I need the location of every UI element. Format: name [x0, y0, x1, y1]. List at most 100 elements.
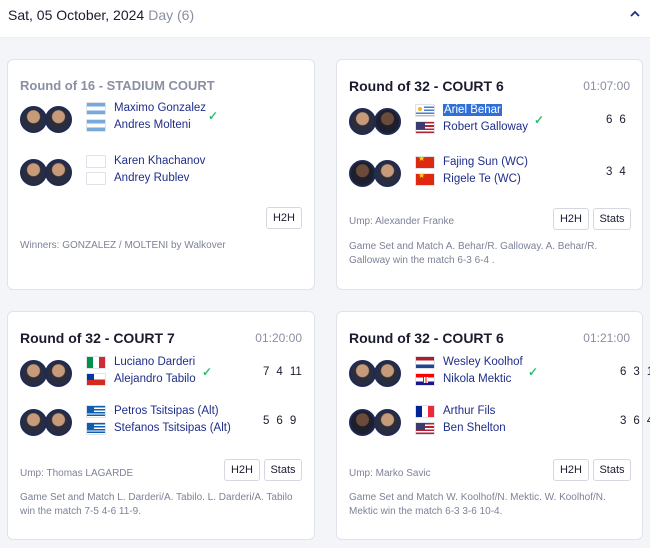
player-avatar [349, 360, 376, 387]
stats-button[interactable]: Stats [593, 208, 631, 230]
player-avatar [374, 409, 401, 436]
h2h-button[interactable]: H2H [266, 207, 302, 229]
set-score: 6 [633, 415, 640, 427]
scores: 34 [599, 166, 626, 178]
match-summary: Game Set and Match A. Behar/R. Galloway.… [349, 241, 598, 266]
chevron-up-icon[interactable] [629, 8, 641, 20]
player-name[interactable]: Rigele Te (WC) [443, 173, 521, 185]
team-1: Wesley Koolhof Nikola Mektic ✓ 6310 [349, 356, 650, 390]
player-name[interactable]: Alejandro Tabilo [114, 373, 196, 385]
date-text: Sat, 05 October, 2024 [8, 7, 145, 23]
day-number: Day (6) [148, 7, 195, 23]
player-avatar [45, 159, 72, 186]
scores: 7 4 11 [256, 366, 302, 378]
player-name[interactable]: Andrey Rublev [114, 172, 189, 184]
team-avatars [20, 106, 76, 134]
h2h-button[interactable]: H2H [553, 208, 589, 230]
player-name[interactable]: Luciano Darderi [114, 356, 195, 368]
set-score: 3 [620, 415, 627, 427]
scores: 66 [599, 114, 626, 126]
player-name[interactable]: Ariel Behar [443, 104, 502, 116]
team-avatars [349, 108, 405, 136]
flag-greece [86, 405, 106, 418]
flag-croatia [415, 373, 435, 386]
flag-france [415, 405, 435, 418]
player-name[interactable]: Nikola Mektic [443, 373, 511, 385]
team-2: Arthur Fils Ben Shelton 364 [349, 405, 650, 439]
team-1: Maximo Gonzalez Andres Molteni ✓ [20, 102, 310, 136]
set-score: 11 [289, 366, 302, 378]
team-avatars [349, 160, 405, 188]
player-avatar [45, 106, 72, 133]
player-name-text: Rigele Te [443, 173, 491, 185]
player-avatar [374, 160, 401, 187]
player-name-text: Stefanos Tsitsipas [114, 422, 207, 434]
match-title: Round of 32 - COURT 6 [349, 330, 504, 346]
flag-china [415, 156, 435, 169]
flag-usa [415, 121, 435, 134]
team-2: Petros Tsitsipas (Alt) Stefanos Tsitsipa… [20, 405, 310, 439]
player-name[interactable]: Arthur Fils [443, 405, 495, 417]
scores: 6310 [613, 366, 650, 378]
player-avatar [20, 409, 47, 436]
player-name[interactable]: Fajing Sun (WC) [443, 156, 528, 168]
team-avatars [349, 360, 405, 388]
set-score: 3 [633, 366, 640, 378]
player-name[interactable]: Karen Khachanov [114, 155, 205, 167]
flag-netherlands [415, 356, 435, 369]
player-tag: (Alt) [209, 422, 231, 434]
team-2: Fajing Sun (WC) Rigele Te (WC) 34 [349, 156, 639, 190]
stats-button[interactable]: Stats [264, 459, 302, 481]
scores: 569 [256, 415, 296, 427]
umpire: Ump: Marko Savic [349, 468, 431, 479]
player-name[interactable]: Robert Galloway [443, 121, 528, 133]
player-avatar [45, 409, 72, 436]
flag-italy [86, 356, 106, 369]
match-title: Round of 16 - STADIUM COURT [20, 78, 215, 93]
match-duration: 01:21:00 [583, 331, 630, 345]
player-name[interactable]: Maximo Gonzalez [114, 102, 206, 114]
winner-check-icon: ✓ [208, 109, 219, 123]
player-name[interactable]: Ben Shelton [443, 422, 506, 434]
winner-check-icon: ✓ [534, 113, 545, 127]
h2h-button[interactable]: H2H [553, 459, 589, 481]
flag-argentina [86, 102, 106, 115]
set-score: 5 [263, 415, 270, 427]
match-card-3: Round of 32 - COURT 7 01:20:00 Luciano D… [7, 311, 315, 540]
h2h-button[interactable]: H2H [224, 459, 260, 481]
flag-neutral [86, 172, 106, 185]
set-score: 6 [619, 114, 626, 126]
match-title: Round of 32 - COURT 6 [349, 78, 504, 94]
player-tag: (Alt) [197, 405, 219, 417]
set-score: 6 [620, 366, 627, 378]
match-title: Round of 32 - COURT 7 [20, 330, 175, 346]
match-card-2: Round of 32 - COURT 6 01:07:00 Ariel Beh… [336, 59, 643, 290]
day-date: Sat, 05 October, 2024 Day (6) [8, 7, 194, 23]
match-summary: Game Set and Match L. Darderi/A. Tabilo.… [20, 492, 293, 517]
player-tag: (WC) [493, 173, 521, 185]
player-avatar [349, 409, 376, 436]
player-name[interactable]: Stefanos Tsitsipas (Alt) [114, 422, 231, 434]
player-avatar [20, 360, 47, 387]
player-tag: (WC) [501, 156, 529, 168]
set-score: 4 [619, 166, 626, 178]
player-name[interactable]: Andres Molteni [114, 119, 191, 131]
team-1: Luciano Darderi Alejandro Tabilo ✓ 7 4 11 [20, 356, 310, 390]
match-card-4: Round of 32 - COURT 6 01:21:00 Wesley Ko… [336, 311, 650, 540]
team-avatars [20, 159, 76, 187]
day-header[interactable]: Sat, 05 October, 2024 Day (6) [0, 0, 650, 38]
stats-button[interactable]: Stats [593, 459, 631, 481]
team-1: Ariel Behar Robert Galloway ✓ 66 [349, 104, 639, 138]
match-summary: Winners: GONZALEZ / MOLTENI by Walkover [20, 240, 226, 251]
player-name[interactable]: Wesley Koolhof [443, 356, 523, 368]
player-avatar [20, 159, 47, 186]
flag-chile [86, 373, 106, 386]
set-score: 3 [606, 166, 613, 178]
team-avatars [20, 360, 76, 388]
team-2: Karen Khachanov Andrey Rublev [20, 155, 310, 189]
player-avatar [45, 360, 72, 387]
match-card-1: Round of 16 - STADIUM COURT Maximo Gonza… [7, 59, 315, 290]
player-name[interactable]: Petros Tsitsipas (Alt) [114, 405, 219, 417]
player-avatar [374, 360, 401, 387]
flag-china [415, 173, 435, 186]
